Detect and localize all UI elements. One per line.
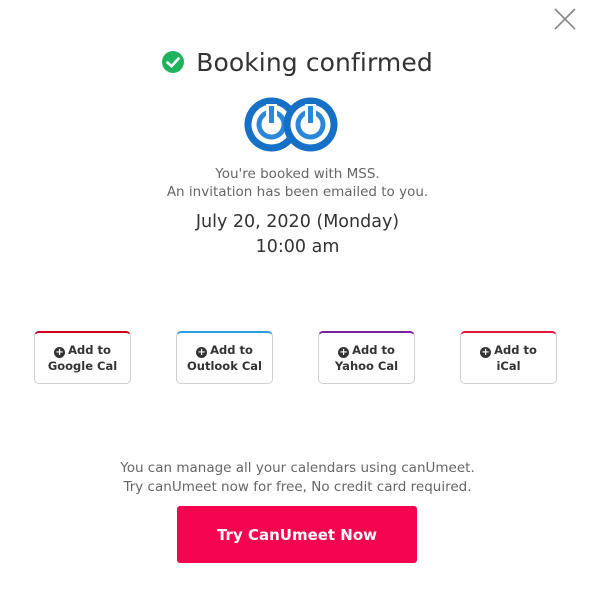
plus-circle-icon: + bbox=[54, 347, 66, 358]
button-line-1: + Add to bbox=[54, 342, 111, 358]
button-line-1: + Add to bbox=[480, 342, 537, 358]
plus-circle-icon: + bbox=[480, 347, 492, 358]
button-label-prefix: Add to bbox=[68, 343, 111, 357]
promo-text-line-2: Try canUmeet now for free, No credit car… bbox=[123, 479, 472, 495]
promo-text-line-1: You can manage all your calendars using … bbox=[120, 460, 475, 476]
booking-time: 10:00 am bbox=[255, 237, 340, 257]
button-label-prefix: Add to bbox=[352, 343, 395, 357]
add-to-ical-button[interactable]: + Add to iCal bbox=[460, 331, 557, 384]
invitation-note: An invitation has been emailed to you. bbox=[166, 184, 429, 200]
button-line-1: + Add to bbox=[196, 342, 253, 358]
close-icon bbox=[554, 8, 576, 30]
host-logo bbox=[244, 97, 338, 152]
button-label: iCal bbox=[496, 359, 521, 373]
add-to-outlook-cal-button[interactable]: + Add to Outlook Cal bbox=[176, 331, 273, 384]
title-row: Booking confirmed bbox=[0, 44, 595, 80]
button-label-prefix: Add to bbox=[494, 343, 537, 357]
button-line-1: + Add to bbox=[338, 342, 395, 358]
try-canumeet-button[interactable]: Try CanUmeet Now bbox=[177, 506, 417, 563]
add-to-google-cal-button[interactable]: + Add to Google Cal bbox=[34, 331, 131, 384]
button-label: Outlook Cal bbox=[187, 359, 262, 373]
button-label: Google Cal bbox=[47, 359, 118, 373]
page-title: Booking confirmed bbox=[196, 47, 433, 77]
booked-with-text: You're booked with MSS. bbox=[215, 166, 380, 182]
plus-circle-icon: + bbox=[196, 347, 208, 358]
add-to-yahoo-cal-button[interactable]: + Add to Yahoo Cal bbox=[318, 331, 415, 384]
button-label-prefix: Add to bbox=[210, 343, 253, 357]
close-button[interactable] bbox=[552, 6, 578, 32]
check-circle-icon bbox=[162, 51, 185, 73]
button-label: Yahoo Cal bbox=[334, 359, 399, 373]
booking-confirmation-modal: Booking confirmed You're booked with MSS… bbox=[0, 0, 595, 608]
plus-circle-icon: + bbox=[338, 347, 350, 358]
booking-date: July 20, 2020 (Monday) bbox=[195, 212, 400, 232]
